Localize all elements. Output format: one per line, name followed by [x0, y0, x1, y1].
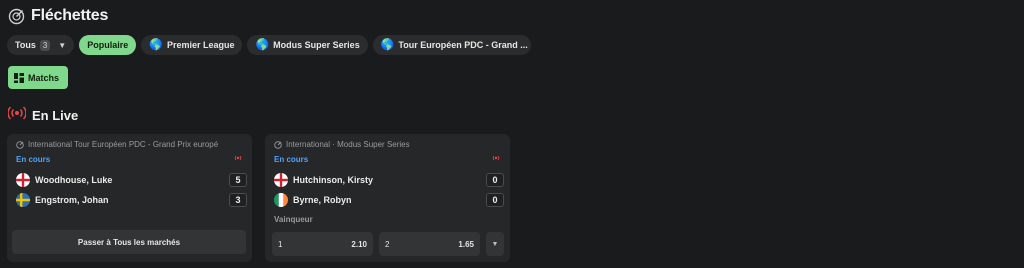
filter-chip-label: Tour Européen PDC - Grand ...: [398, 40, 528, 50]
competition-label: International · Modus Super Series: [274, 140, 504, 149]
filter-count-badge: 3: [39, 39, 51, 51]
player-score: 0: [486, 193, 504, 207]
chevron-down-icon: ▼: [491, 240, 499, 248]
filter-chip-label: Modus Super Series: [273, 40, 360, 50]
sweden-flag-icon: [16, 193, 30, 207]
player-score: 0: [486, 173, 504, 187]
more-markets-button[interactable]: ▼: [486, 232, 504, 256]
grid-icon: [14, 72, 24, 83]
england-flag-icon: [274, 173, 288, 187]
player-name: Engstrom, Johan: [35, 195, 109, 205]
filter-bar: Tous 3 ▼ Populaire 🌎 Premier League 🌎 Mo…: [7, 35, 531, 55]
player-name: Hutchinson, Kirsty: [293, 175, 374, 185]
globe-icon: 🌎: [149, 38, 163, 51]
odds-value: 2.10: [351, 239, 367, 249]
page-header: Fléchettes: [8, 6, 108, 26]
match-card[interactable]: International · Modus Super Series En co…: [265, 134, 510, 262]
filter-chip-label: Premier League: [166, 40, 235, 50]
odds-label: 2: [385, 239, 390, 249]
competition-name: International Tour Européen PDC - Grand …: [28, 140, 219, 149]
filter-chip-populaire[interactable]: Populaire: [79, 35, 137, 55]
player-score: 5: [229, 173, 247, 187]
competition-label: International Tour Européen PDC - Grand …: [16, 140, 246, 149]
england-flag-icon: [16, 173, 30, 187]
matches-view-button[interactable]: Matchs: [8, 66, 68, 89]
globe-icon: 🌎: [380, 38, 395, 51]
dartboard-icon: [8, 8, 25, 25]
all-markets-button[interactable]: Passer à Tous les marchés: [12, 230, 246, 254]
dartboard-icon: [274, 140, 282, 149]
filter-chip-premier-league[interactable]: 🌎 Premier League: [141, 35, 243, 55]
player-row: Woodhouse, Luke: [16, 172, 112, 188]
globe-icon: 🌎: [255, 38, 270, 51]
player-row: Engstrom, Johan: [16, 192, 109, 208]
player-name: Woodhouse, Luke: [35, 175, 113, 185]
matches-view-label: Matchs: [28, 72, 60, 83]
competition-name: International · Modus Super Series: [286, 140, 410, 149]
filter-all-dropdown[interactable]: Tous 3 ▼: [7, 35, 75, 55]
live-indicator-icon: [233, 154, 243, 164]
dartboard-icon: [16, 140, 24, 149]
broadcast-icon: [7, 105, 27, 125]
odds-value: 1.65: [458, 239, 474, 249]
filter-chip-tour-europeen[interactable]: 🌎 Tour Européen PDC - Grand ...: [372, 35, 531, 55]
chevron-down-icon: ▼: [58, 40, 67, 50]
odds-button-away[interactable]: 2 1.65: [379, 232, 480, 256]
live-section-title: En Live: [32, 107, 79, 123]
live-section-header: En Live: [7, 105, 79, 125]
player-name: Byrne, Robyn: [293, 195, 352, 205]
filter-chip-modus-super-series[interactable]: 🌎 Modus Super Series: [247, 35, 368, 55]
live-indicator-icon: [491, 154, 501, 164]
market-label: Vainqueur: [274, 215, 313, 224]
odds-button-home[interactable]: 1 2.10: [272, 232, 373, 256]
odds-label: 1: [278, 239, 283, 249]
player-row: Hutchinson, Kirsty: [274, 172, 373, 188]
match-status: En cours: [274, 155, 309, 164]
ireland-flag-icon: [274, 193, 288, 207]
player-row: Byrne, Robyn: [274, 192, 352, 208]
player-score: 3: [229, 193, 247, 207]
match-status: En cours: [16, 155, 51, 164]
filter-chip-label: Populaire: [87, 40, 129, 50]
page-title: Fléchettes: [31, 7, 109, 24]
filter-all-label: Tous: [15, 40, 36, 50]
match-card[interactable]: International Tour Européen PDC - Grand …: [7, 134, 252, 262]
